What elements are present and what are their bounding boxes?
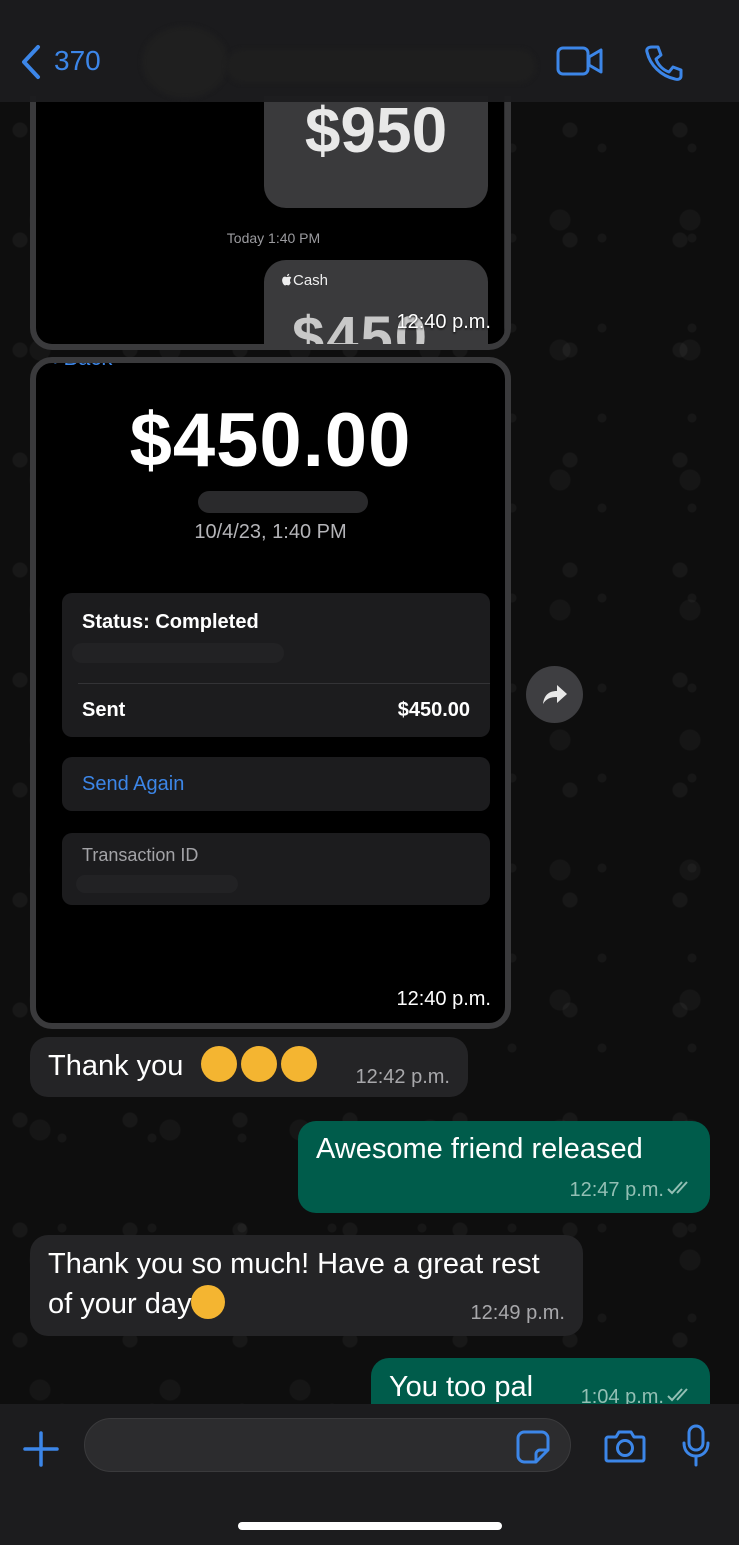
apple-cash-label: Cash	[282, 272, 328, 289]
attach-button[interactable]	[22, 1430, 60, 1473]
chevron-left-icon	[22, 45, 40, 79]
plus-icon	[23, 1431, 59, 1467]
hugging-face-emoji	[241, 1046, 278, 1083]
incoming-message[interactable]: Thank you so much! Have a great rest of …	[30, 1235, 583, 1336]
hugging-face-emoji	[281, 1046, 318, 1083]
microphone-icon	[682, 1424, 710, 1467]
image-message-screenshot-2[interactable]: ‹ Back $450.00 10/4/23, 1:40 PM Status: …	[30, 357, 511, 1029]
timestamp-label: Today 1:40 PM	[226, 230, 321, 246]
divider	[78, 683, 490, 684]
payment-bubble-950: $950	[264, 96, 488, 208]
contact-name-redacted[interactable]	[226, 49, 536, 83]
message-time: 12:42 p.m.	[355, 1066, 450, 1088]
chat-header: 370	[0, 0, 739, 102]
sticker-icon	[516, 1430, 550, 1464]
message-time: 12:47 p.m.	[569, 1179, 664, 1201]
screenshot-edge	[504, 96, 505, 344]
recipient-redacted	[198, 491, 368, 513]
microphone-button[interactable]	[681, 1424, 711, 1473]
video-call-button[interactable]	[556, 45, 604, 82]
transaction-id-redacted	[76, 875, 238, 893]
back-button[interactable]: 370	[20, 44, 101, 80]
transaction-date: 10/4/23, 1:40 PM	[194, 521, 347, 543]
send-again-card: Send Again	[62, 757, 490, 811]
sent-label: Sent	[82, 699, 126, 721]
smiling-face-emoji	[191, 1285, 226, 1320]
voice-call-button[interactable]	[644, 44, 684, 87]
forward-button[interactable]	[526, 666, 583, 723]
transaction-id-label: Transaction ID	[82, 845, 199, 865]
cash-text: Cash	[293, 272, 329, 289]
composer-bar	[0, 1404, 739, 1545]
message-input[interactable]	[84, 1418, 571, 1472]
home-indicator	[238, 1522, 502, 1530]
message-time: 12:49 p.m.	[470, 1302, 565, 1324]
transaction-id-card: Transaction ID	[62, 833, 490, 905]
avatar[interactable]	[142, 26, 228, 98]
status-text: Status: Completed	[82, 611, 259, 633]
status-detail-redacted	[72, 643, 284, 663]
sent-amount: $450.00	[397, 699, 470, 721]
phone-icon	[645, 45, 683, 81]
image-message-screenshot-1[interactable]: $950 Today 1:40 PM Cash $450 12:40 p.m.	[30, 96, 511, 350]
amount-950: $950	[304, 96, 448, 166]
screenshot-back-link: ‹ Back	[50, 357, 113, 370]
camera-button[interactable]	[604, 1428, 646, 1469]
forward-arrow-icon	[542, 684, 567, 704]
unread-count: 370	[54, 45, 101, 76]
message-time: 12:40 p.m.	[396, 988, 491, 1010]
apple-logo-icon	[282, 273, 292, 286]
message-text: You too pal	[389, 1371, 534, 1403]
sticker-button[interactable]	[516, 1430, 550, 1469]
video-camera-icon	[556, 46, 603, 76]
status-card: Status: Completed Sent $450.00	[62, 593, 490, 737]
send-again-label: Send Again	[82, 773, 185, 795]
read-ticks-icon	[667, 1181, 688, 1195]
camera-icon	[604, 1430, 646, 1463]
message-text: Awesome friend released	[316, 1133, 643, 1165]
apple-cash-bubble: Cash $450	[264, 260, 488, 344]
read-ticks-icon	[667, 1388, 688, 1402]
message-text: Thank you	[48, 1046, 318, 1086]
incoming-message[interactable]: Thank you 12:42 p.m.	[30, 1037, 468, 1097]
hugging-face-emoji	[201, 1046, 238, 1083]
outgoing-message[interactable]: Awesome friend released 12:47 p.m.	[298, 1121, 710, 1213]
message-time: 12:40 p.m.	[396, 311, 491, 333]
transaction-amount: $450.00	[129, 398, 412, 483]
